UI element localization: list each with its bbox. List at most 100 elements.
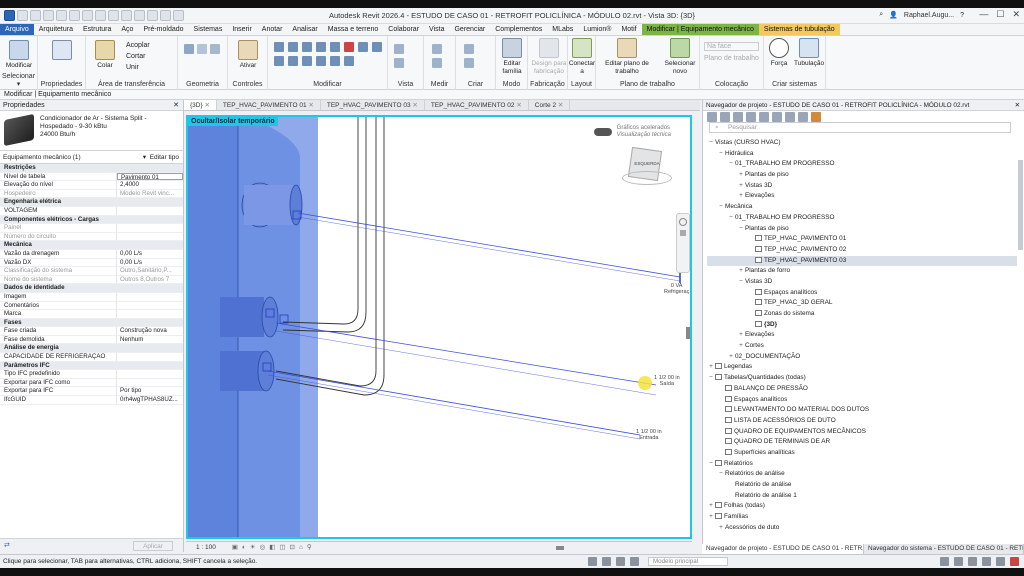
tree-item[interactable]: + Vistas 3D [707, 181, 1017, 192]
property-row[interactable]: Exportar para IFC Por tipo [0, 387, 183, 397]
property-section-header[interactable]: Restrições [0, 164, 183, 173]
array-icon[interactable] [302, 56, 312, 66]
ribbon-tab[interactable]: Pré-moldado [138, 24, 188, 35]
ribbon-tab[interactable]: Anotar [257, 24, 288, 35]
property-row[interactable]: Comentários [0, 301, 183, 311]
apply-button[interactable]: Aplicar [133, 541, 173, 551]
wall-join-icon[interactable] [210, 44, 220, 54]
filter-icon[interactable] [630, 557, 639, 566]
scale-icon[interactable] [316, 56, 326, 66]
expand-icon[interactable]: + [737, 330, 745, 341]
expand-icon[interactable]: + [707, 512, 715, 523]
view-tab[interactable]: TEP_HVAC_PAVIMENTO 02 ✕ [425, 100, 529, 110]
tree-item[interactable]: LISTA DE ACESSÓRIOS DE DUTO [707, 416, 1017, 427]
edit-workplane-button[interactable]: Editar plano de trabalho [602, 38, 652, 76]
collapse-icon[interactable]: − [707, 459, 715, 470]
ribbon-tab[interactable]: Modificar | Equipamento mecânico [641, 24, 759, 35]
property-section-header[interactable]: Parâmetros IFC [0, 361, 183, 371]
move-icon[interactable] [358, 42, 368, 52]
split-icon[interactable] [330, 42, 340, 52]
property-value[interactable]: Modelo Revit vinc... [117, 190, 183, 198]
property-row[interactable]: Elevação do nível 2,4000 [0, 181, 183, 190]
property-value[interactable]: Nenhum [117, 336, 183, 344]
property-value[interactable]: Construção nova [117, 327, 183, 335]
unpin-icon[interactable] [344, 56, 354, 66]
select-group-label[interactable]: Selecionar ▾ [0, 73, 37, 88]
select-pinned-icon[interactable] [968, 557, 977, 566]
horizontal-scrollbar-thumb[interactable] [556, 546, 564, 550]
tab-system-browser[interactable]: Navegador do sistema - ESTUDO DE CASO 01… [864, 544, 1024, 554]
drag-elements-icon[interactable] [996, 557, 1005, 566]
property-value[interactable] [117, 233, 183, 241]
design-options-icon[interactable] [602, 557, 611, 566]
property-section-header[interactable]: Engenharia elétrica [0, 198, 183, 207]
tree-item[interactable]: − Tabelas/Quantidades (todas) [707, 373, 1017, 384]
piping-button[interactable]: Tubulação [794, 38, 824, 68]
view-tab[interactable]: TEP_HVAC_PAVIMENTO 01 ✕ [217, 100, 321, 110]
expand-icon[interactable]: + [737, 341, 745, 352]
select-by-face-icon[interactable] [982, 557, 991, 566]
tree-item[interactable]: + Famílias [707, 512, 1017, 523]
pick-new-button[interactable]: Selecionar novo [662, 38, 698, 76]
select-links-icon[interactable] [940, 557, 949, 566]
property-section-header[interactable]: Componentes elétricos - Cargas [0, 215, 183, 225]
tab-project-browser[interactable]: Navegador de projeto - ESTUDO DE CASO 01… [702, 544, 864, 554]
tree-item[interactable]: −01_TRABALHO EM PROGRESSO [707, 159, 1017, 170]
property-value[interactable] [117, 370, 183, 378]
property-value[interactable]: 0,00 L/s [117, 250, 183, 258]
browser-search-input[interactable]: ⌕ Pesquisar [709, 122, 1011, 133]
property-row[interactable]: Marca [0, 310, 183, 319]
property-row[interactable]: VOLTAGEM [0, 206, 183, 216]
ribbon-tab[interactable]: Arquivo [0, 24, 34, 35]
expand-icon[interactable]: + [737, 191, 745, 202]
ribbon-tab[interactable]: Analisar [287, 24, 322, 35]
property-value[interactable] [117, 224, 183, 232]
minimize-icon[interactable]: — [979, 9, 988, 20]
close-icon[interactable]: ✕ [307, 102, 313, 109]
property-value[interactable]: Outro,Sanitário,P... [117, 267, 183, 275]
tree-item[interactable]: QUADRO DE TERMINAIS DE AR [707, 437, 1017, 448]
graphics-mode-indicator[interactable]: Gráficos acelerados Visualização técnica [594, 125, 671, 139]
collapse-icon[interactable]: − [737, 277, 745, 288]
tree-item[interactable]: + Cortes [707, 341, 1017, 352]
ribbon-tab[interactable]: Sistemas [189, 24, 228, 35]
align-icon[interactable] [274, 42, 284, 52]
property-section-header[interactable]: Análise de energia [0, 344, 183, 354]
steering-wheel-icon[interactable] [679, 218, 687, 226]
mirror-axis-icon[interactable] [302, 42, 312, 52]
view-tab[interactable]: Corte 2 ✕ [529, 100, 571, 110]
property-row[interactable]: Painel [0, 224, 183, 233]
expand-icon[interactable]: + [737, 266, 745, 277]
pin-icon[interactable] [330, 56, 340, 66]
tree-item[interactable]: − Hidráulica [707, 149, 1017, 160]
properties-help-link[interactable]: ⇄ [4, 541, 10, 549]
property-value[interactable] [117, 293, 183, 301]
paste-button[interactable]: Colar [90, 40, 120, 70]
tree-item[interactable]: TEP_HVAC_3D GERAL [707, 298, 1017, 309]
measure-distance-icon[interactable] [432, 44, 442, 54]
connect-to-button[interactable]: Conectar a [568, 38, 596, 76]
user-icon[interactable]: 👤 [889, 11, 898, 19]
collapse-icon[interactable]: − [717, 202, 725, 213]
tree-item[interactable]: BALANÇO DE PRESSÃO [707, 384, 1017, 395]
tree-item[interactable]: + Elevações [707, 330, 1017, 341]
close-icon[interactable]: ✕ [173, 100, 179, 111]
override-icon[interactable] [394, 58, 404, 68]
close-icon[interactable]: ✕ [515, 102, 521, 109]
property-row[interactable]: CAPACIDADE DE REFRIGERAÇÃO [0, 353, 183, 362]
ribbon-tab[interactable]: Estrutura [78, 24, 116, 35]
force-button[interactable]: Força [766, 38, 792, 68]
property-value[interactable]: 0rh4wgTPHAS8UZ... [117, 396, 183, 404]
tree-item[interactable]: LEVANTAMENTO DO MATERIAL DOS DUTOS [707, 405, 1017, 416]
expand-icon[interactable]: + [717, 523, 725, 534]
ribbon-tab[interactable]: Colaborar [383, 24, 424, 35]
tree-item[interactable]: Superfícies analíticas [707, 448, 1017, 459]
rotate-icon[interactable] [274, 56, 284, 66]
view-tab[interactable]: {3D} ✕ [184, 100, 217, 110]
property-row[interactable]: Classificação do sistema Outro,Sanitário,… [0, 267, 183, 276]
delete-icon[interactable] [344, 42, 354, 52]
collapse-icon[interactable]: − [717, 149, 725, 160]
property-section-header[interactable]: Fases [0, 318, 183, 328]
tree-item[interactable]: − Plantas de piso [707, 224, 1017, 235]
close-icon[interactable]: ✕ [411, 102, 417, 109]
